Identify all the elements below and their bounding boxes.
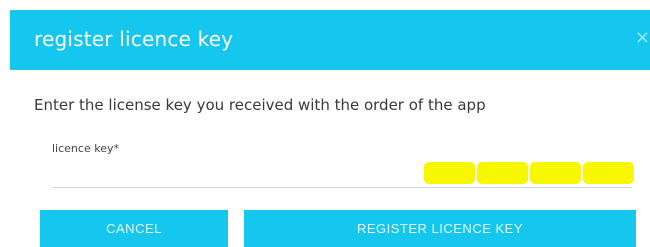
close-icon[interactable]: × (630, 26, 650, 50)
dialog-title: register licence key (34, 27, 234, 51)
dialog-header: register licence key × (10, 10, 650, 70)
cancel-button[interactable]: CANCEL (40, 210, 228, 247)
redacted-block (424, 162, 475, 184)
redacted-block (530, 162, 581, 184)
register-licence-dialog: register licence key × Enter the license… (0, 0, 650, 247)
redacted-block (583, 162, 634, 184)
licence-key-value-redacted (424, 162, 634, 184)
redacted-block (477, 162, 528, 184)
instructions-text: Enter the license key you received with … (34, 96, 486, 114)
licence-key-label: licence key* (52, 142, 119, 155)
register-licence-key-button[interactable]: REGISTER LICENCE KEY (244, 210, 636, 247)
